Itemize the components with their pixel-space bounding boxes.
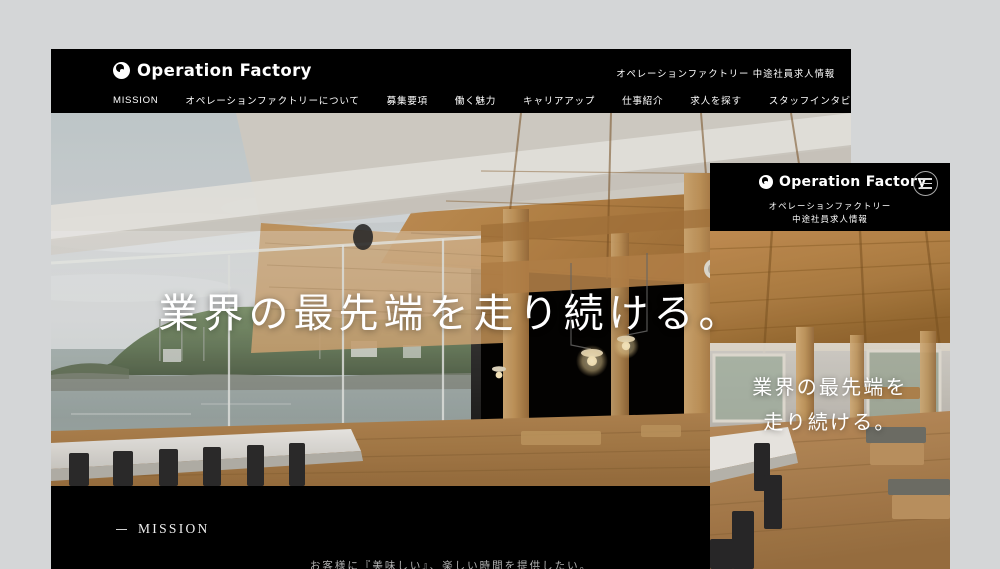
logo-text: Operation Factory [137, 61, 312, 80]
nav-item-staff-interview[interactable]: スタッフインタビュー [769, 93, 851, 107]
hamburger-line-2 [919, 182, 932, 185]
header-tagline: オペレーションファクトリー 中途社員求人情報 [616, 68, 835, 79]
mission-heading: MISSION [116, 521, 210, 537]
desktop-site-header: Operation Factory オペレーションファクトリー 中途社員求人情報… [51, 49, 851, 113]
mobile-hero-title-line2: 走り続ける。 [763, 412, 897, 434]
mobile-hero-title-line1: 業界の最先端を [752, 377, 908, 399]
nav-item-career[interactable]: キャリアアップ [523, 93, 595, 107]
main-navigation: MISSION オペレーションファクトリーについて 募集要項 働く魅力 キャリア… [113, 93, 851, 108]
mission-dash-icon [116, 528, 127, 530]
mobile-preview-panel: 業界の最先端を 走り続ける。 Operation Factory オペレーション… [710, 163, 950, 569]
mission-heading-text: MISSION [138, 521, 210, 536]
site-logo[interactable]: Operation Factory [113, 61, 312, 80]
mobile-hero-title: 業界の最先端を 走り続ける。 [710, 371, 950, 441]
nav-item-requirements[interactable]: 募集要項 [387, 93, 428, 107]
nav-item-appeal[interactable]: 働く魅力 [455, 93, 496, 107]
mobile-logo-swirl-icon [759, 175, 773, 189]
hero-title: 業界の最先端を走り続ける。 [158, 291, 744, 336]
mobile-tagline-line1: オペレーションファクトリー [768, 201, 892, 211]
mobile-logo-text: Operation Factory [779, 174, 927, 190]
nav-item-mission[interactable]: MISSION [113, 95, 158, 106]
logo-swirl-icon [113, 62, 130, 79]
nav-item-about[interactable]: オペレーションファクトリーについて [185, 93, 359, 107]
nav-item-jobs-intro[interactable]: 仕事紹介 [622, 93, 663, 107]
nav-item-search-jobs[interactable]: 求人を探す [690, 93, 741, 107]
hamburger-line-3 [919, 187, 932, 189]
mobile-header-tagline: オペレーションファクトリー 中途社員求人情報 [710, 200, 950, 226]
hamburger-menu-icon[interactable] [913, 171, 938, 196]
page-canvas: 業界の最先端を走り続ける。 Operation Factory オペレーションフ… [0, 0, 1000, 569]
mobile-site-header: Operation Factory オペレーションファクトリー 中途社員求人情報 [710, 163, 950, 231]
mobile-site-logo[interactable]: Operation Factory [759, 174, 927, 190]
hamburger-line-1 [919, 178, 932, 180]
mobile-tagline-line2: 中途社員求人情報 [792, 214, 868, 225]
